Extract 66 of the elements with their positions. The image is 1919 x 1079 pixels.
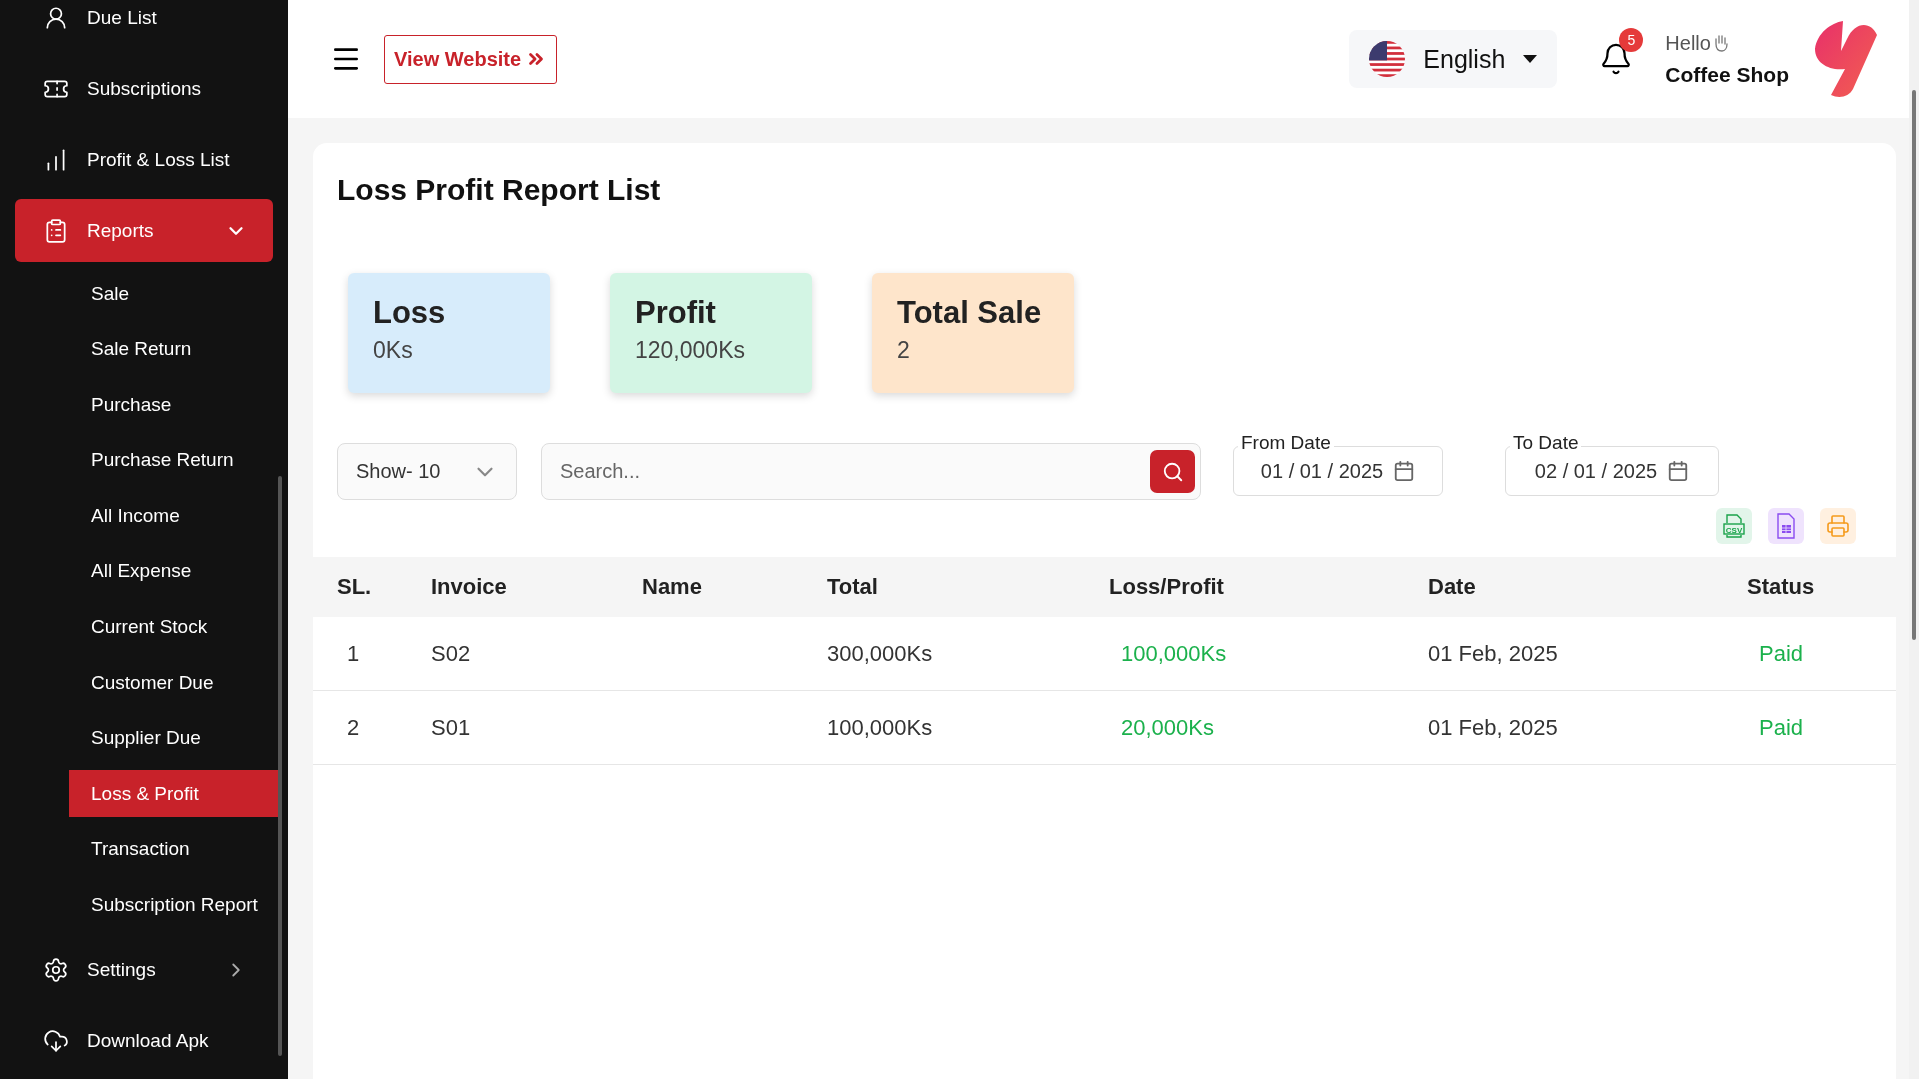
settings-icon <box>43 957 69 984</box>
table-cell-text: 100,000Ks <box>827 714 934 741</box>
column-header: SL. <box>337 574 373 600</box>
page-title: Loss Profit Report List <box>337 173 662 207</box>
stat-value: 2 <box>897 337 911 364</box>
search-field[interactable]: Search... <box>541 443 1201 500</box>
stat-label: Loss <box>373 295 447 331</box>
column-header: Name <box>642 574 703 600</box>
table-cell-text: S01 <box>431 714 472 741</box>
user-name: Coffee Shop <box>1665 62 1789 87</box>
table-cell-text: S02 <box>431 640 472 667</box>
sidebar-item[interactable]: Subscriptions <box>15 57 273 120</box>
waving-hand-icon <box>1712 34 1729 52</box>
submenu-item[interactable]: Current Stock <box>69 603 281 651</box>
column-header: Date <box>1428 574 1477 600</box>
table-cell-text: 300,000Ks <box>827 640 934 667</box>
stat-value: 120,000Ks <box>635 337 746 364</box>
table-cell-text: 100,000Ks <box>1120 640 1228 667</box>
submenu-item[interactable]: Purchase Return <box>69 436 281 484</box>
stat-value: 0Ks <box>373 337 414 364</box>
search-icon <box>1161 460 1184 483</box>
column-header: Loss/Profit <box>1109 574 1225 600</box>
submenu-item[interactable]: All Expense <box>69 547 281 595</box>
submenu-item[interactable]: Sale <box>69 270 281 317</box>
clipboard-icon <box>43 217 69 244</box>
view-website-button[interactable]: View Website <box>384 34 558 84</box>
submenu-item[interactable]: Sale Return <box>69 325 281 373</box>
show-select[interactable]: Show- 10 <box>337 443 517 500</box>
table-cell-text: 20,000Ks <box>1120 714 1215 741</box>
submenu-item[interactable]: Subscription Report <box>69 881 281 929</box>
spreadsheet-file-icon <box>1774 513 1798 539</box>
date-value: 01 / 01 / 2025 <box>1260 459 1384 483</box>
status-text: Paid <box>1758 640 1805 667</box>
submenu-item[interactable]: Loss & Profit <box>69 770 281 818</box>
submenu-item[interactable]: Customer Due <box>69 659 281 707</box>
spreadsheet-export-button[interactable] <box>1768 508 1804 544</box>
submenu-item[interactable]: Transaction <box>69 825 281 873</box>
sidebar-item[interactable]: Due List <box>15 0 273 49</box>
submenu-item[interactable]: All Income <box>69 492 281 540</box>
caret-icon <box>1523 55 1538 63</box>
search-button[interactable] <box>1150 450 1195 493</box>
table-cell-text: 2 <box>346 714 361 741</box>
notification-badge: 5 <box>1619 28 1644 52</box>
sidebar-item[interactable]: Download Apk <box>15 1009 273 1073</box>
sidebar-item[interactable]: Reports <box>15 199 273 262</box>
greeting: Hello <box>1665 31 1789 55</box>
calendar-icon <box>1393 460 1416 482</box>
language-selector[interactable]: English <box>1349 30 1558 88</box>
us-flag-icon <box>1369 41 1406 77</box>
stat-label: Total Sale <box>897 295 1043 331</box>
submenu-item[interactable]: Supplier Due <box>69 714 281 762</box>
calendar-icon <box>1667 460 1690 482</box>
date-value: 02 / 01 / 2025 <box>1534 459 1658 483</box>
status-text: Paid <box>1758 714 1805 741</box>
submenu-item[interactable]: Purchase <box>69 381 281 429</box>
table-cell-text: 1 <box>346 640 361 667</box>
printer-icon <box>1826 514 1850 538</box>
sidebar-item[interactable]: Settings <box>15 938 273 1002</box>
column-header: Status <box>1747 574 1816 600</box>
table-cell-text: 01 Feb, 2025 <box>1428 640 1559 667</box>
table-cell-text: 01 Feb, 2025 <box>1428 714 1559 741</box>
column-header: Invoice <box>431 574 508 600</box>
sidebar-item[interactable]: Profit & Loss List <box>15 128 273 191</box>
column-header: Total <box>827 574 879 600</box>
search-input[interactable]: Search... <box>558 459 1150 484</box>
stat-label: Profit <box>635 295 717 331</box>
